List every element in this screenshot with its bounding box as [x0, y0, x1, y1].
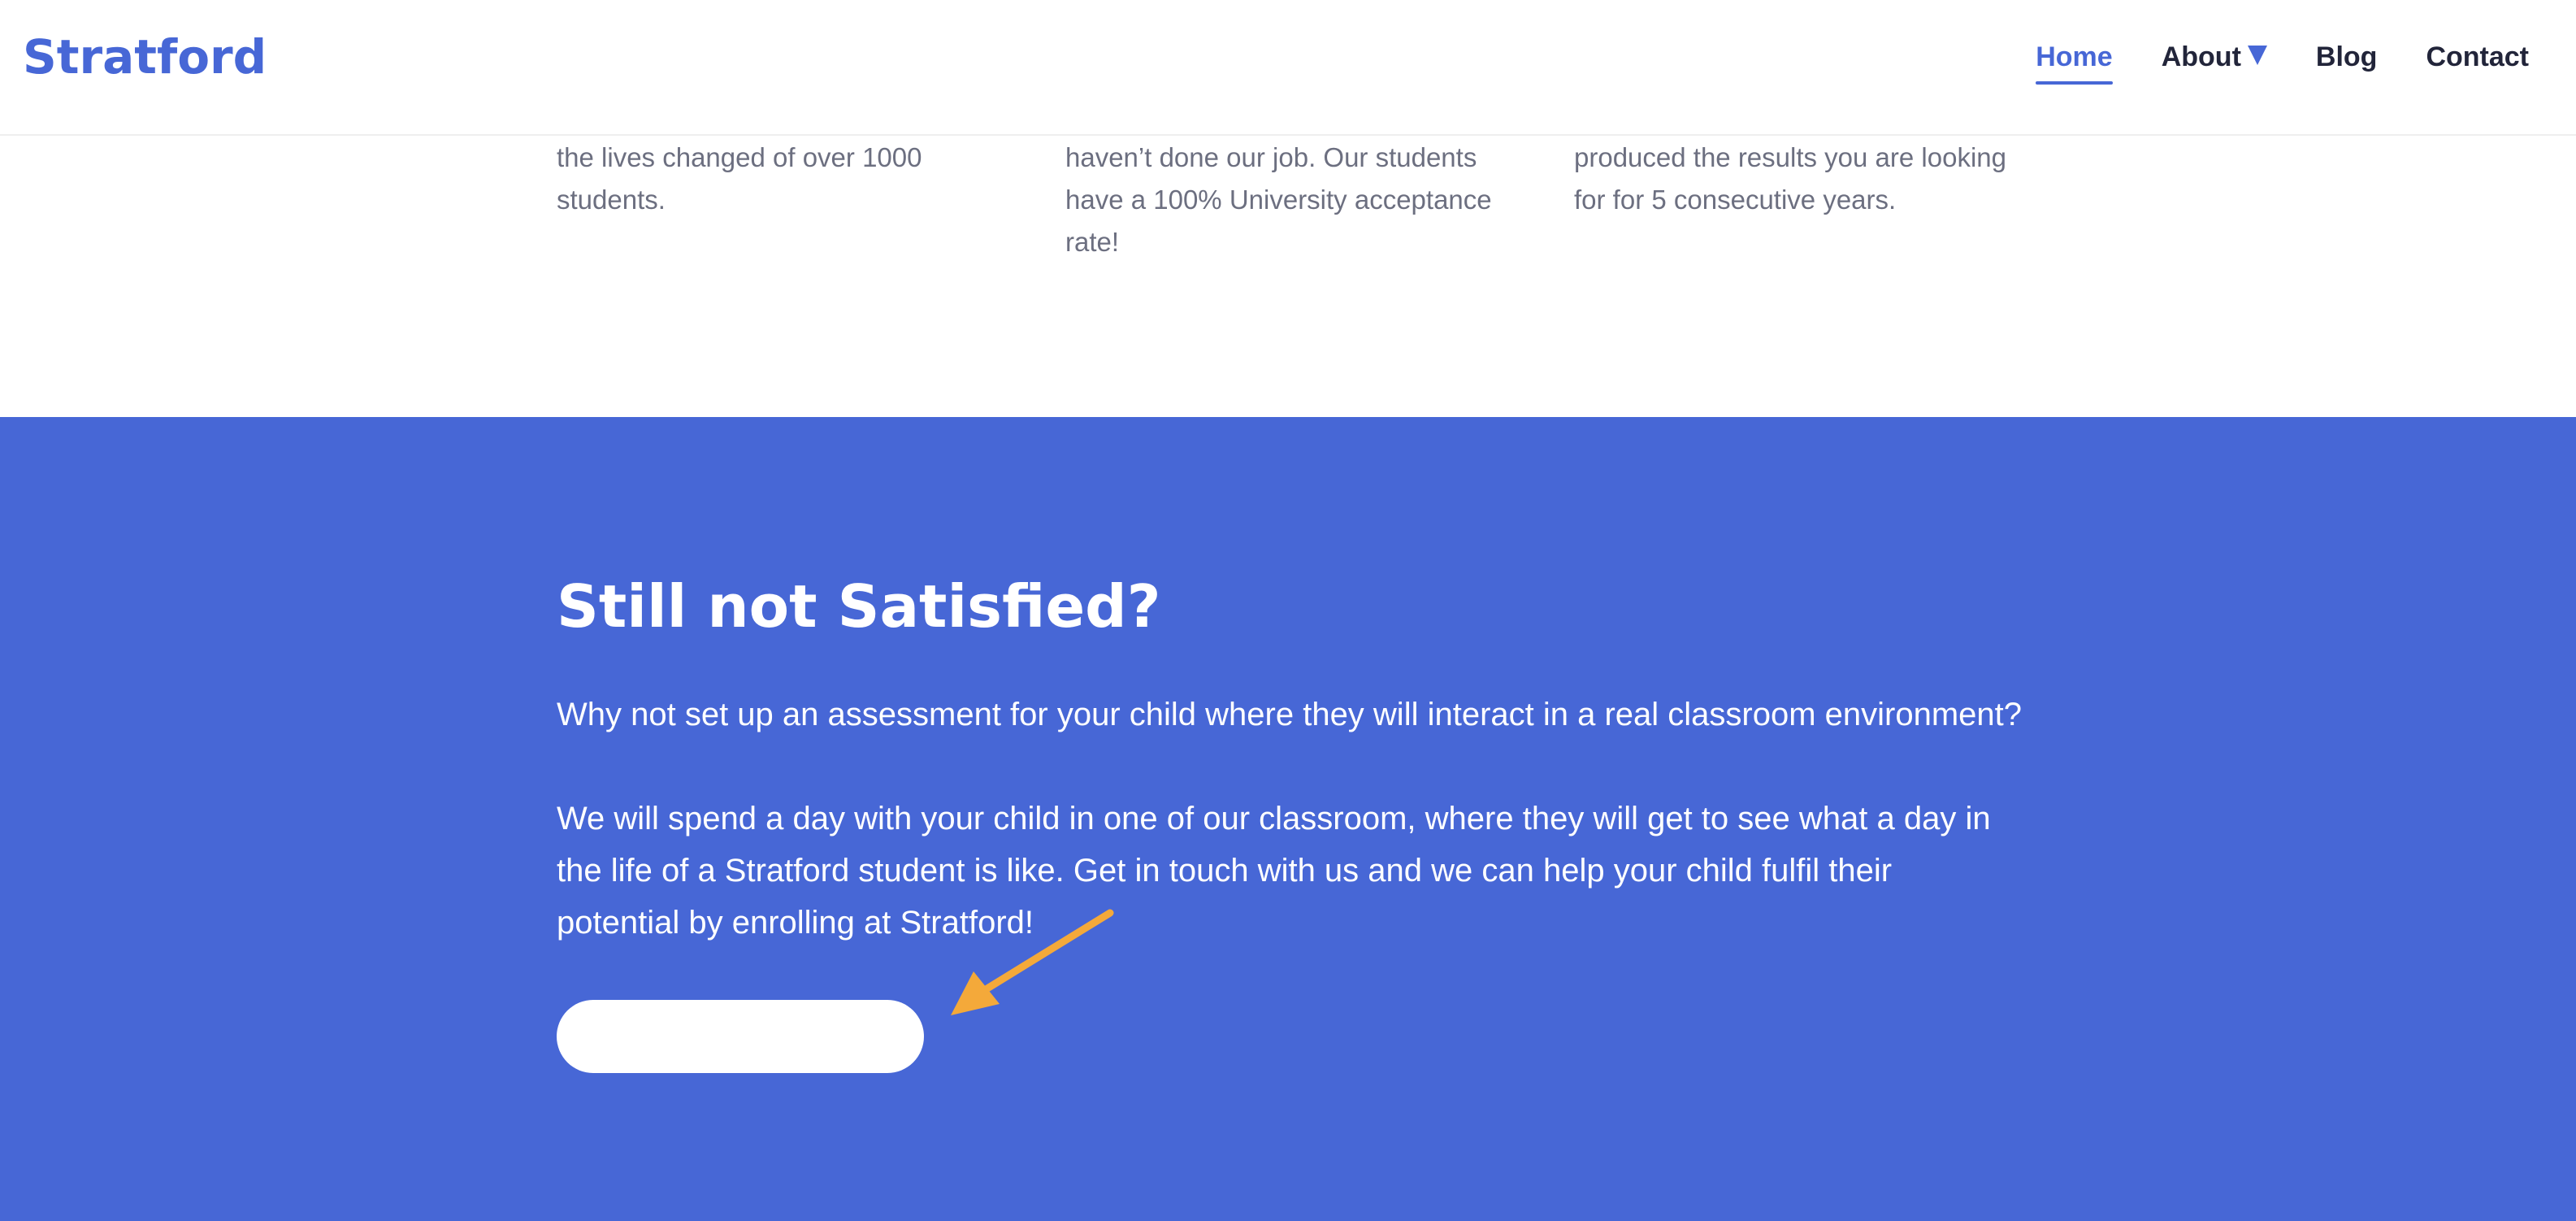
- nav-item-label: Home: [2036, 41, 2113, 72]
- nav-item-label: Contact: [2426, 41, 2529, 72]
- nav-item-blog[interactable]: Blog: [2316, 33, 2378, 81]
- nav-item-label: Blog: [2315, 41, 2378, 72]
- nav-item-home[interactable]: Home: [2036, 33, 2114, 85]
- page: Stratford Home About Blog Contact the li…: [0, 0, 2576, 1221]
- features-section: the lives changed of over 1000 students.…: [0, 136, 2576, 417]
- cta-paragraph-2: We will spend a day with your child in o…: [557, 801, 1991, 941]
- arrow-pointing-down-left-icon: [951, 909, 1114, 1015]
- nav-item-label: About: [2161, 41, 2241, 72]
- main-nav: Home About Blog Contact: [2036, 33, 2529, 85]
- cta-section: Still not Satisfied? Why not set up an a…: [0, 417, 2576, 1221]
- site-logo[interactable]: Stratford: [23, 24, 267, 89]
- nav-item-about[interactable]: About: [2162, 33, 2267, 81]
- feature-text-2: haven’t done our job. Our students have …: [1065, 142, 1492, 257]
- cta-button[interactable]: [557, 1000, 924, 1073]
- caret-down-icon: [2247, 46, 2267, 65]
- nav-item-contact[interactable]: Contact: [2426, 33, 2529, 81]
- cta-title: Still not Satisfied?: [557, 572, 1161, 641]
- feature-text-1: the lives changed of over 1000 students.: [557, 142, 922, 215]
- cta-paragraph-1: Why not set up an assessment for your ch…: [557, 697, 2023, 732]
- site-header: Stratford Home About Blog Contact: [0, 0, 2576, 136]
- feature-text-3: produced the results you are looking for…: [1574, 142, 2006, 215]
